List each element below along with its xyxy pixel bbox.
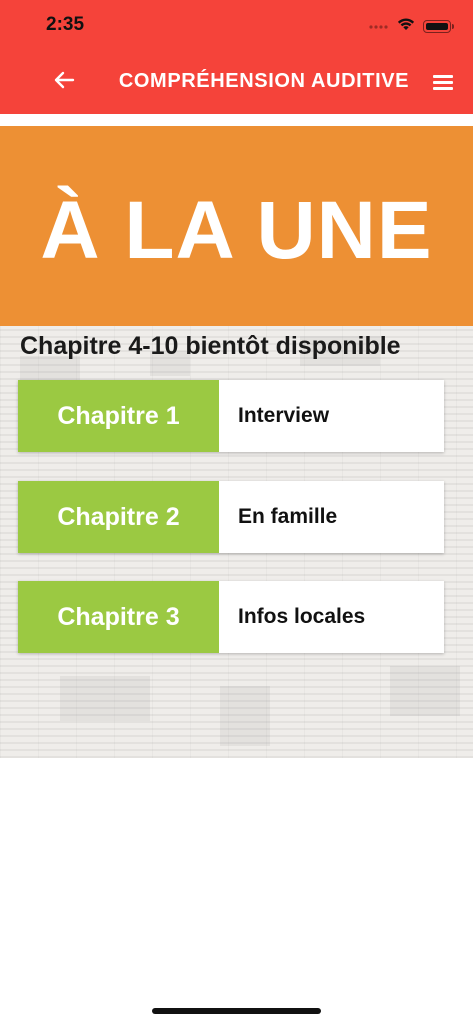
battery-icon <box>423 19 454 33</box>
back-button[interactable] <box>50 68 78 96</box>
app-header: 2:35 COMPRÉHENSION AUDITIVE <box>0 0 473 114</box>
chapter-tag: Chapitre 3 <box>18 581 219 653</box>
chapter-name: En famille <box>238 505 338 528</box>
hero-banner: À LA UNE <box>0 126 473 326</box>
hero-title: À LA UNE <box>40 185 433 276</box>
availability-notice: Chapitre 4-10 bientôt disponible <box>20 332 401 360</box>
chapter-item-3[interactable]: Chapitre 3 Infos locales <box>18 581 444 653</box>
chapter-tag: Chapitre 2 <box>18 481 219 553</box>
menu-button[interactable] <box>431 70 457 94</box>
chapter-tag: Chapitre 1 <box>18 380 219 452</box>
arrow-left-icon <box>53 71 75 94</box>
wifi-icon <box>397 17 415 36</box>
status-icons <box>369 15 454 37</box>
status-time: 2:35 <box>46 14 85 35</box>
home-indicator <box>152 1008 321 1014</box>
chapter-name: Interview <box>238 404 330 427</box>
chapter-item-2[interactable]: Chapitre 2 En famille <box>18 481 444 553</box>
signal-icon <box>369 17 389 35</box>
hamburger-menu-icon <box>431 70 457 94</box>
page-title: COMPRÉHENSION AUDITIVE <box>118 70 410 92</box>
chapter-item-1[interactable]: Chapitre 1 Interview <box>18 380 444 452</box>
chapter-name: Infos locales <box>238 605 366 628</box>
